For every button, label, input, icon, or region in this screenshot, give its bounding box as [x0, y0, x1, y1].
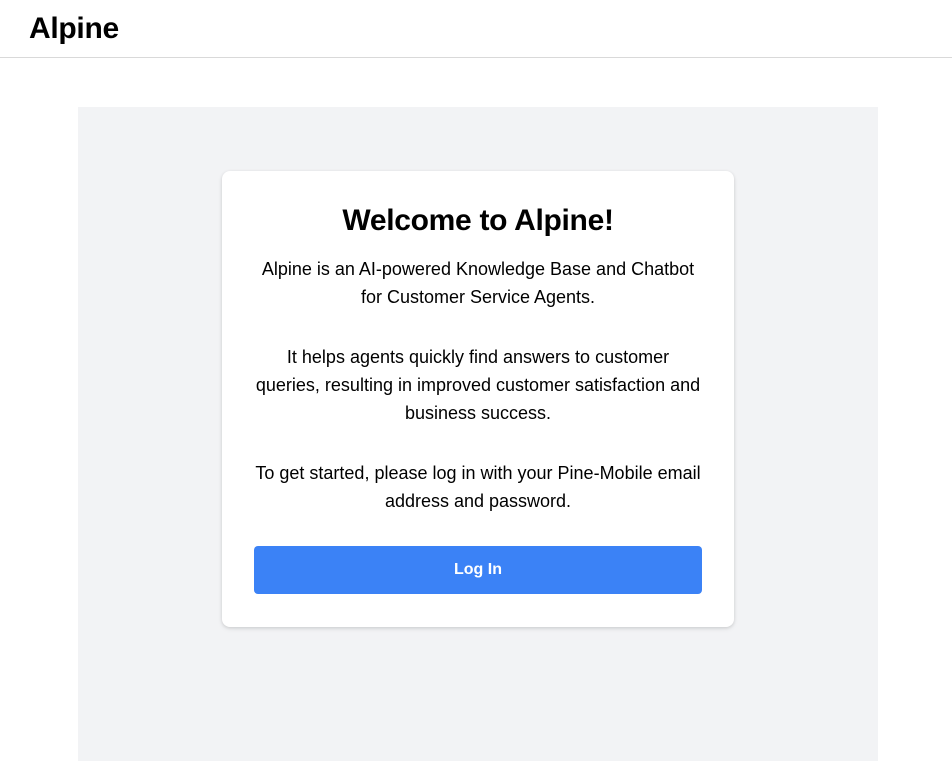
content-panel: Welcome to Alpine! Alpine is an AI-power…: [78, 107, 878, 761]
login-button[interactable]: Log In: [254, 546, 702, 594]
welcome-card: Welcome to Alpine! Alpine is an AI-power…: [222, 171, 734, 627]
top-bar: Alpine: [0, 0, 952, 58]
intro-paragraph: Alpine is an AI-powered Knowledge Base a…: [261, 259, 695, 307]
app-title: Alpine: [29, 12, 119, 45]
login-instructions: To get started, please log in with your …: [255, 463, 701, 511]
welcome-title: Welcome to Alpine!: [342, 204, 614, 237]
benefits-paragraph: It helps agents quickly find answers to …: [255, 347, 701, 423]
